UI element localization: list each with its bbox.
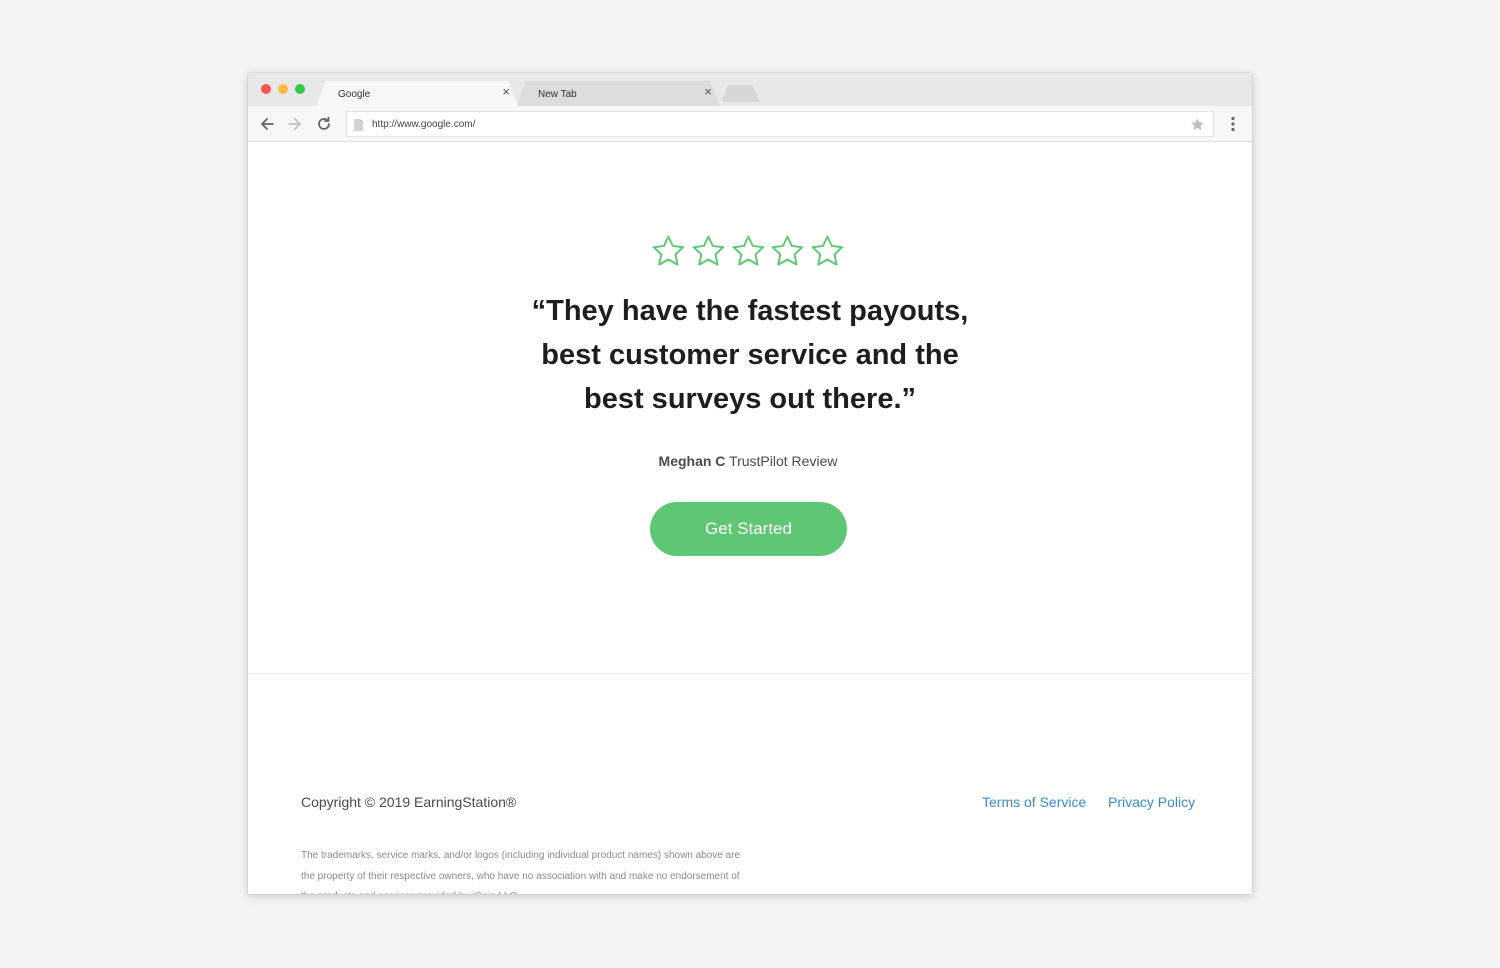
review-quote: “They have the fastest payouts, best cus… [450,289,1050,421]
forward-arrow-icon[interactable] [286,115,304,133]
back-arrow-icon[interactable] [258,115,276,133]
new-tab-button[interactable] [722,85,760,102]
star-icon [732,235,764,266]
star-icon [692,235,724,266]
get-started-button[interactable]: Get Started [650,502,847,556]
reviewer-name: Meghan C [658,453,726,469]
page-content: “They have the fastest payouts, best cus… [248,143,1252,894]
more-vertical-icon[interactable] [1228,116,1238,132]
reload-icon[interactable] [315,115,333,133]
tab-label: New Tab [538,89,577,100]
terms-of-service-link[interactable]: Terms of Service [982,794,1086,810]
page-icon [354,119,363,131]
browser-toolbar: http://www.google.com/ [248,106,1252,142]
browser-window: New Tab × Google × http://www.google.com… [248,73,1252,894]
review-source: TrustPilot Review [729,453,838,469]
quote-line: best customer service and the [541,339,959,371]
copyright-text: Copyright © 2019 EarningStation® [301,794,517,810]
bookmark-star-icon[interactable] [1190,117,1205,132]
url-text: http://www.google.com/ [372,119,476,130]
tab-close-icon[interactable]: × [502,85,510,99]
reviewer-attribution: Meghan C TrustPilot Review [448,453,1048,469]
tab-new-tab[interactable]: New Tab × [516,81,720,106]
star-icon [811,235,844,266]
tab-label: Google [338,89,371,100]
star-icon [772,235,804,266]
footer-links: Terms of Service Privacy Policy [982,794,1198,814]
section-divider [248,673,1252,674]
star-icon [652,235,685,266]
tab-close-icon[interactable]: × [704,85,712,99]
trademark-disclaimer: The trademarks, service marks, and/or lo… [301,850,741,894]
quote-line: best surveys out there.” [584,383,916,415]
tab-google[interactable]: Google × [316,81,518,106]
maximize-window-button[interactable] [295,84,305,94]
minimize-window-button[interactable] [278,84,288,94]
address-bar[interactable]: http://www.google.com/ [346,111,1214,137]
privacy-policy-link[interactable]: Privacy Policy [1108,794,1195,810]
quote-line: “They have the fastest payouts, [531,295,969,327]
rating-stars [651,234,845,268]
tab-strip: New Tab × Google × [248,73,1252,106]
close-window-button[interactable] [261,84,271,94]
